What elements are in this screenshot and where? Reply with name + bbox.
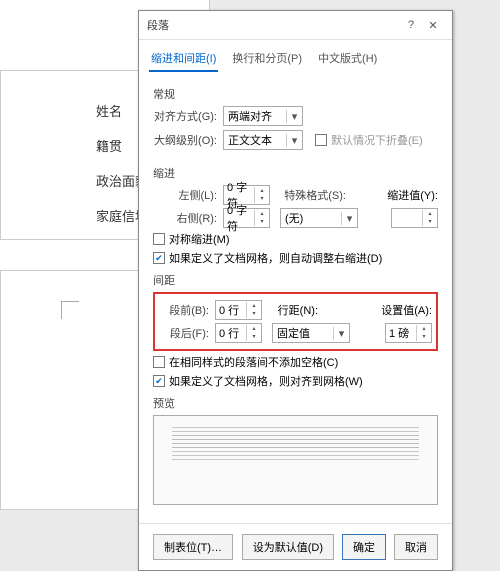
- section-spacing: 间距: [153, 272, 438, 288]
- chevron-down-icon: ▾: [333, 327, 349, 340]
- doc-label: 姓名: [96, 101, 122, 120]
- line-spacing-combo[interactable]: 固定值▾: [272, 323, 350, 343]
- outline-label: 大纲级别(O):: [153, 132, 217, 148]
- indent-by-spinner[interactable]: ▴▾: [391, 208, 438, 228]
- tab-indent-spacing[interactable]: 缩进和间距(I): [149, 46, 218, 72]
- doc-label: 籍贯: [96, 136, 122, 155]
- chevron-down-icon: ▾: [286, 134, 302, 147]
- line-spacing-label: 行距(N):: [268, 302, 318, 318]
- tab-line-page[interactable]: 换行和分页(P): [230, 46, 304, 72]
- paragraph-dialog: 段落 ? ✕ 缩进和间距(I) 换行和分页(P) 中文版式(H) 常规 对齐方式…: [138, 10, 453, 571]
- tabs-button[interactable]: 制表位(T)…: [153, 534, 233, 560]
- auto-adjust-checkbox[interactable]: ✔如果定义了文档网格，则自动调整右缩进(D): [153, 250, 438, 266]
- highlighted-spacing-area: 段前(B): 0 行▴▾ 行距(N): 设置值(A): 段后(F): 0 行▴▾…: [153, 292, 438, 351]
- space-after-label: 段后(F):: [159, 325, 209, 341]
- snap-grid-checkbox[interactable]: ✔如果定义了文档网格，则对齐到网格(W): [153, 373, 438, 389]
- preview-pane: [153, 415, 438, 505]
- special-label: 特殊格式(S):: [276, 187, 346, 203]
- ok-button[interactable]: 确定: [342, 534, 386, 560]
- dialog-title: 段落: [147, 17, 400, 33]
- space-before-spinner[interactable]: 0 行▴▾: [215, 300, 262, 320]
- checkbox-icon: ✔: [153, 252, 165, 264]
- align-combo[interactable]: 两端对齐▾: [223, 106, 303, 126]
- indent-right-spinner[interactable]: 0 字符▴▾: [223, 208, 270, 228]
- at-label: 设置值(A):: [381, 302, 432, 318]
- no-space-checkbox[interactable]: 在相同样式的段落间不添加空格(C): [153, 354, 438, 370]
- dialog-tabs: 缩进和间距(I) 换行和分页(P) 中文版式(H): [139, 40, 452, 72]
- dialog-footer: 制表位(T)… 设为默认值(D) 确定 取消: [139, 523, 452, 570]
- collapse-checkbox[interactable]: 默认情况下折叠(E): [315, 132, 423, 148]
- special-combo[interactable]: (无)▾: [280, 208, 358, 228]
- indent-right-label: 右侧(R):: [153, 210, 217, 226]
- space-before-label: 段前(B):: [159, 302, 209, 318]
- help-button[interactable]: ?: [400, 19, 422, 31]
- set-default-button[interactable]: 设为默认值(D): [242, 534, 334, 560]
- space-after-spinner[interactable]: 0 行▴▾: [215, 323, 262, 343]
- section-general: 常规: [153, 86, 438, 102]
- cancel-button[interactable]: 取消: [394, 534, 438, 560]
- indent-by-label: 缩进值(Y):: [387, 187, 438, 203]
- checkbox-icon: [153, 233, 165, 245]
- section-preview: 预览: [153, 395, 438, 411]
- checkbox-icon: ✔: [153, 375, 165, 387]
- dialog-titlebar[interactable]: 段落 ? ✕: [139, 11, 452, 40]
- align-label: 对齐方式(G):: [153, 108, 217, 124]
- mirror-indent-checkbox[interactable]: 对称缩进(M): [153, 231, 438, 247]
- checkbox-icon: [315, 134, 327, 146]
- outline-combo[interactable]: 正文文本▾: [223, 130, 303, 150]
- chevron-down-icon: ▾: [286, 110, 302, 123]
- dialog-body: 常规 对齐方式(G): 两端对齐▾ 大纲级别(O): 正文文本▾ 默认情况下折叠…: [139, 72, 452, 523]
- close-button[interactable]: ✕: [422, 19, 444, 32]
- chevron-down-icon: ▾: [341, 212, 357, 225]
- checkbox-icon: [153, 356, 165, 368]
- tab-chinese[interactable]: 中文版式(H): [316, 46, 379, 72]
- at-spinner[interactable]: 1 磅▴▾: [385, 323, 432, 343]
- crop-mark-icon: [61, 301, 79, 319]
- section-indent: 缩进: [153, 165, 438, 181]
- indent-left-label: 左侧(L):: [153, 187, 217, 203]
